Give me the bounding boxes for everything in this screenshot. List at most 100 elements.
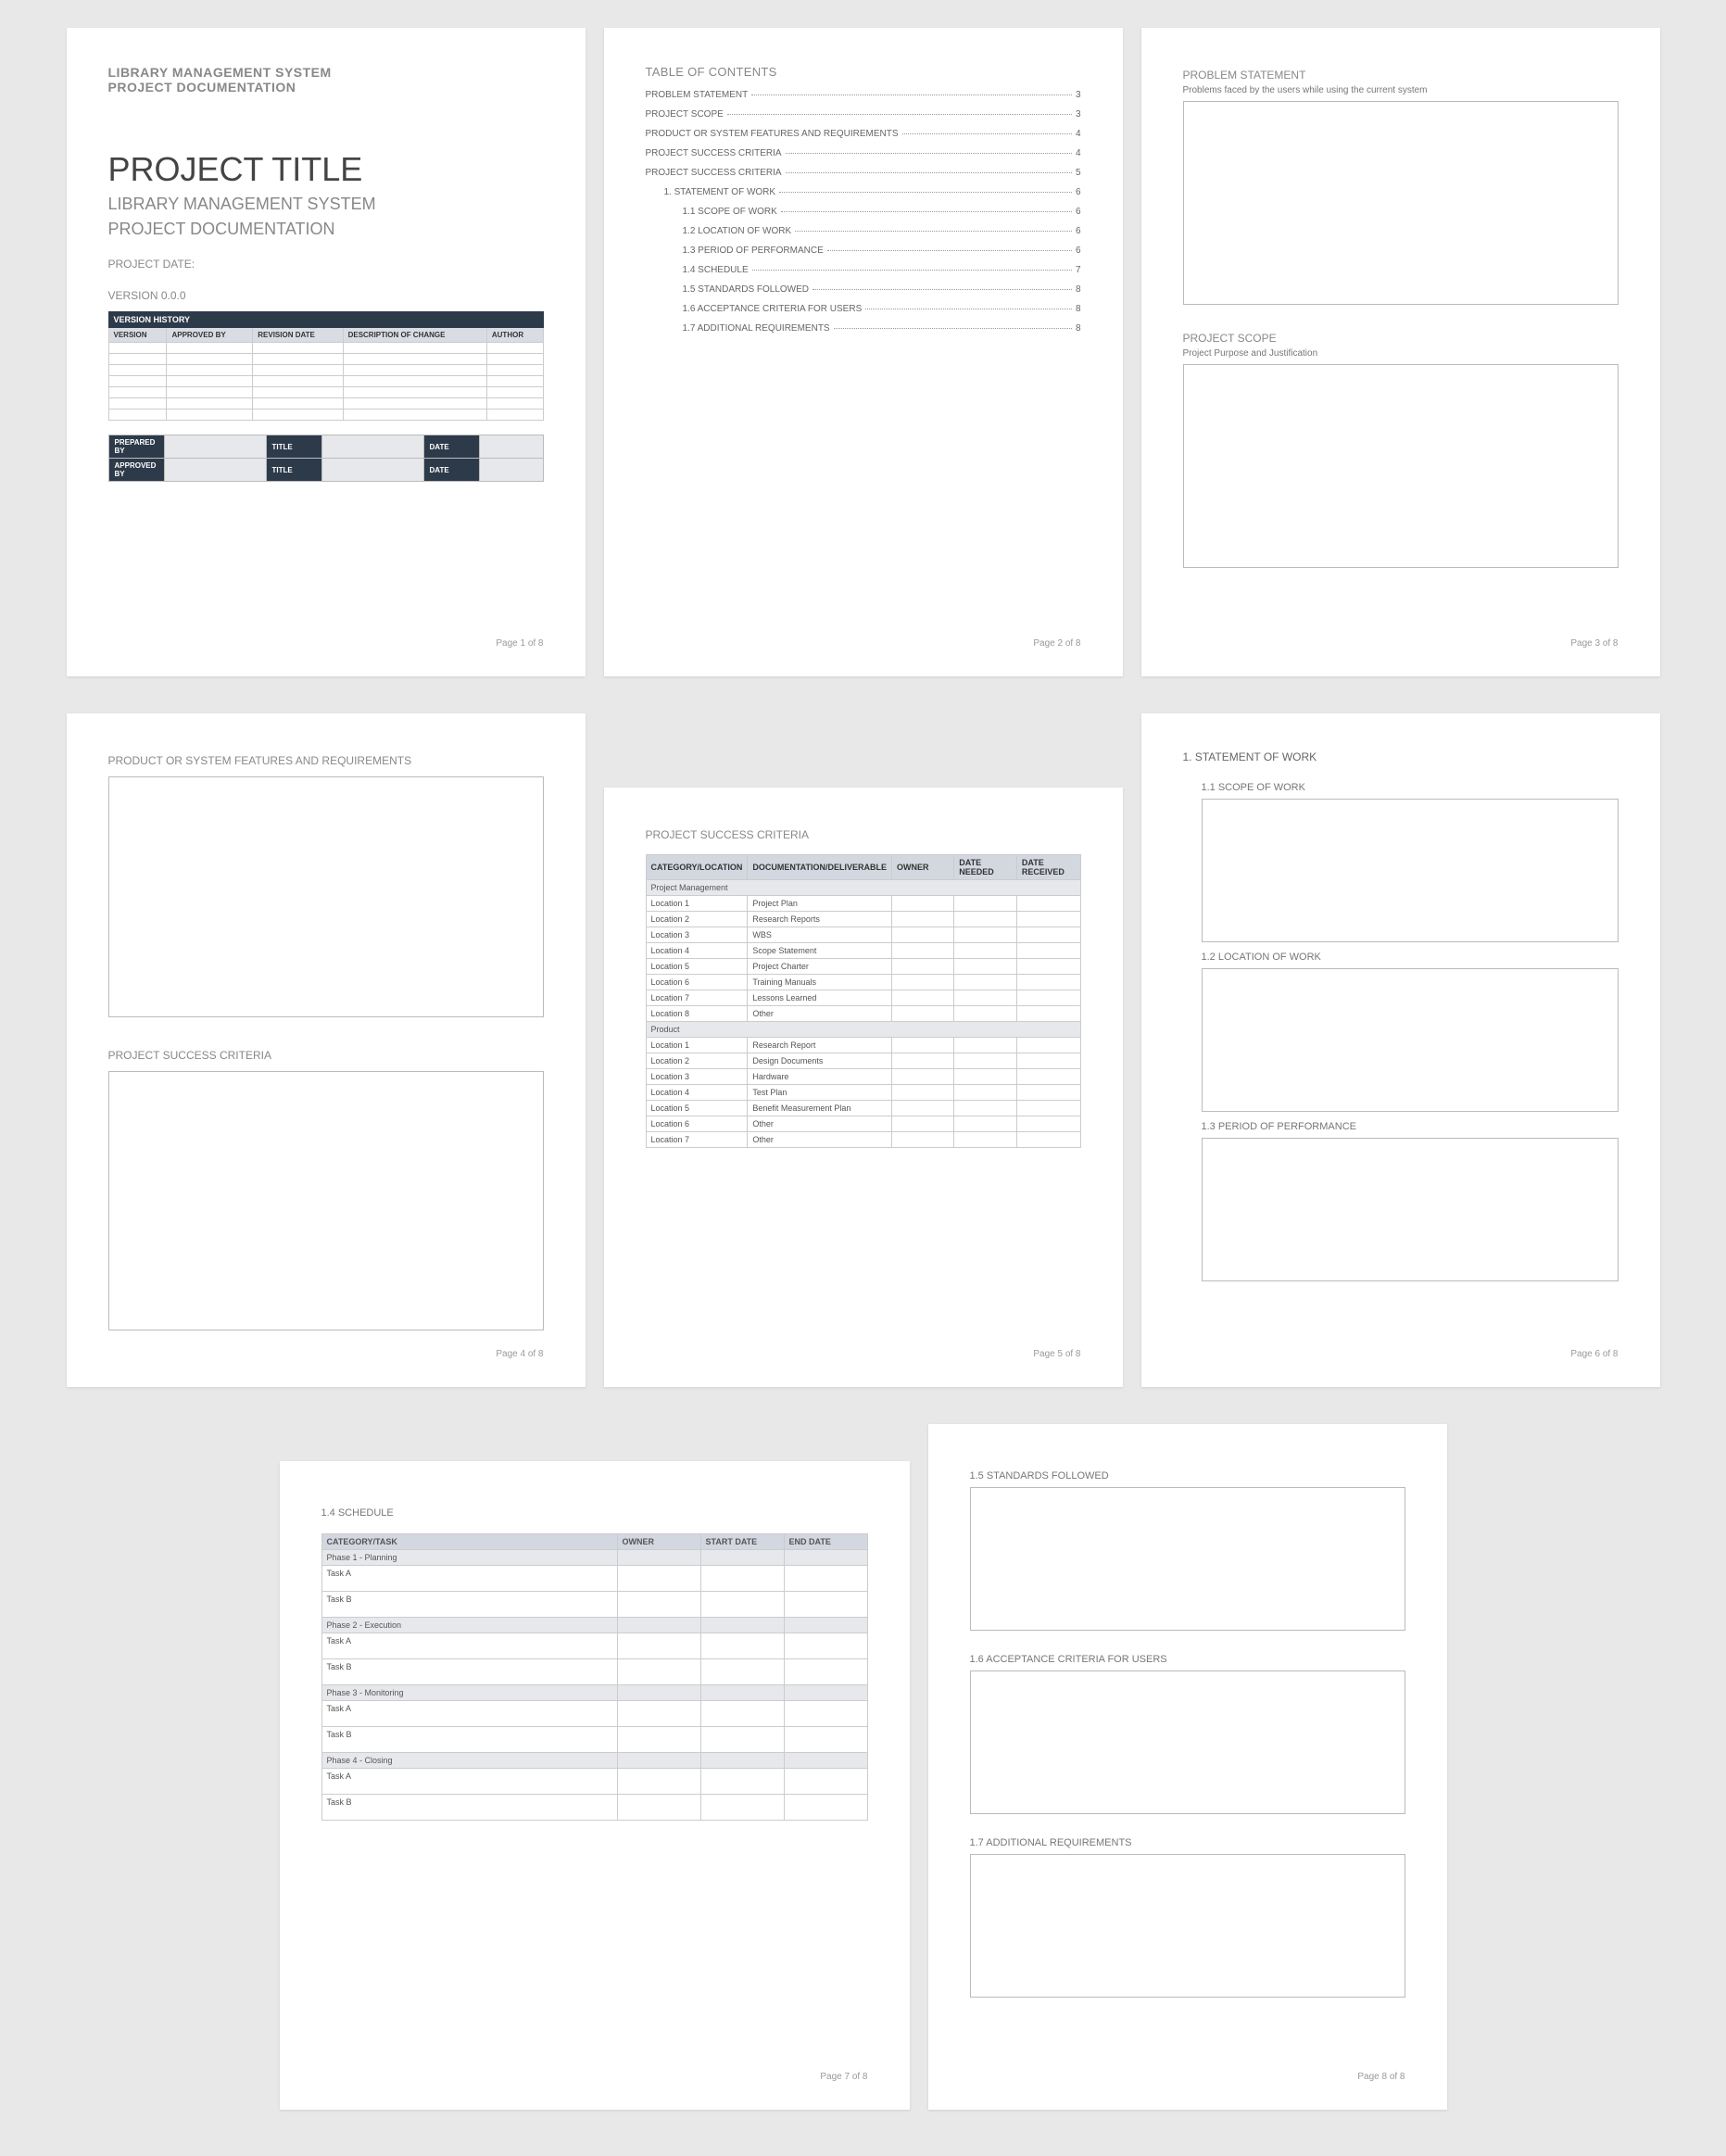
cell-empty	[892, 1006, 954, 1022]
title-value-1	[321, 435, 423, 459]
page-footer: Page 4 of 8	[108, 1330, 544, 1359]
cell-location: Location 1	[646, 896, 748, 912]
sow-location-heading: 1.2 LOCATION OF WORK	[1202, 952, 1619, 963]
cell-location: Location 2	[646, 1053, 748, 1069]
cell-deliverable: Hardware	[748, 1069, 892, 1085]
toc-item: PRODUCT OR SYSTEM FEATURES AND REQUIREME…	[646, 129, 1081, 139]
cell-empty	[617, 1769, 700, 1795]
cell-empty	[954, 1069, 1017, 1085]
toc-label: 1.2 LOCATION OF WORK	[683, 226, 792, 236]
cell-deliverable: Project Charter	[748, 959, 892, 975]
cell-empty	[892, 1116, 954, 1132]
version-history-title: VERSION HISTORY	[108, 312, 543, 328]
page-footer: Page 8 of 8	[970, 2053, 1405, 2082]
toc-item: PROBLEM STATEMENT3	[646, 90, 1081, 100]
task-row: Task A	[321, 1633, 867, 1659]
cell-empty	[892, 912, 954, 927]
toc-label: 1. STATEMENT OF WORK	[664, 187, 776, 197]
task-name: Task B	[321, 1727, 617, 1753]
additional-req-box	[970, 1854, 1405, 1998]
cell-location: Location 4	[646, 943, 748, 959]
page-8: 1.5 STANDARDS FOLLOWED 1.6 ACCEPTANCE CR…	[928, 1424, 1447, 2110]
page-3: PROBLEM STATEMENT Problems faced by the …	[1141, 28, 1660, 676]
doc-header-1: LIBRARY MANAGEMENT SYSTEM	[108, 65, 544, 80]
vh-col-revdate: REVISION DATE	[253, 328, 343, 343]
col-owner: OWNER	[617, 1534, 700, 1550]
cell-empty	[954, 1101, 1017, 1116]
version-history-table: VERSION HISTORY VERSION APPROVED BY REVI…	[108, 311, 544, 421]
toc-dots	[834, 328, 1072, 329]
table-row: Location 6Training Manuals	[646, 975, 1080, 990]
cell-location: Location 1	[646, 1038, 748, 1053]
cell-deliverable: Training Manuals	[748, 975, 892, 990]
cell-empty	[954, 1053, 1017, 1069]
cell-empty	[1016, 1132, 1080, 1148]
table-group-row: Product	[646, 1022, 1080, 1038]
toc-label: 1.6 ACCEPTANCE CRITERIA FOR USERS	[683, 304, 863, 314]
sow-period-box	[1202, 1138, 1619, 1281]
task-name: Task A	[321, 1769, 617, 1795]
toc-item: 1.3 PERIOD OF PERFORMANCE6	[646, 246, 1081, 256]
problem-statement-box	[1183, 101, 1619, 305]
table-row	[108, 398, 543, 410]
cell-empty	[892, 1101, 954, 1116]
schedule-heading: 1.4 SCHEDULE	[321, 1507, 868, 1519]
features-box	[108, 776, 544, 1017]
cell-location: Location 3	[646, 927, 748, 943]
phase-name: Phase 1 - Planning	[321, 1550, 617, 1566]
cell-location: Location 4	[646, 1085, 748, 1101]
cell-deliverable: Project Plan	[748, 896, 892, 912]
task-row: Task A	[321, 1566, 867, 1592]
cell-empty	[1016, 927, 1080, 943]
page-5: PROJECT SUCCESS CRITERIA CATEGORY/LOCATI…	[604, 788, 1123, 1387]
toc-item: 1.6 ACCEPTANCE CRITERIA FOR USERS 8	[646, 304, 1081, 314]
toc-item: 1.1 SCOPE OF WORK6	[646, 207, 1081, 217]
toc-page-number: 6	[1076, 226, 1081, 236]
toc-page-number: 8	[1076, 304, 1081, 314]
cell-empty	[617, 1753, 700, 1769]
table-row	[108, 376, 543, 387]
table-group-row: Project Management	[646, 880, 1080, 896]
table-row	[108, 354, 543, 365]
toc-list: PROBLEM STATEMENT3PROJECT SCOPE3PRODUCT …	[646, 90, 1081, 343]
cell-empty	[700, 1685, 784, 1701]
cell-empty	[617, 1592, 700, 1618]
cell-location: Location 7	[646, 990, 748, 1006]
phase-name: Phase 2 - Execution	[321, 1618, 617, 1633]
col-category: CATEGORY/LOCATION	[646, 855, 748, 880]
toc-item: 1.4 SCHEDULE7	[646, 265, 1081, 275]
signoff-table: PREPARED BY TITLE DATE APPROVED BY TITLE…	[108, 435, 544, 482]
cell-empty	[1016, 1101, 1080, 1116]
cell-empty	[784, 1633, 867, 1659]
cell-empty	[954, 943, 1017, 959]
toc-dots	[902, 133, 1072, 134]
cell-empty	[617, 1685, 700, 1701]
table-row: Location 3Hardware	[646, 1069, 1080, 1085]
page-footer: Page 5 of 8	[646, 1330, 1081, 1359]
task-name: Task A	[321, 1633, 617, 1659]
toc-label: 1.4 SCHEDULE	[683, 265, 749, 275]
cell-empty	[784, 1659, 867, 1685]
cell-empty	[700, 1659, 784, 1685]
col-end: END DATE	[784, 1534, 867, 1550]
table-row: Location 7Other	[646, 1132, 1080, 1148]
cell-empty	[892, 1132, 954, 1148]
toc-page-number: 6	[1076, 207, 1081, 217]
cell-empty	[784, 1795, 867, 1821]
problem-statement-heading: PROBLEM STATEMENT	[1183, 69, 1619, 82]
toc-dots	[727, 114, 1072, 115]
toc-dots	[786, 153, 1072, 154]
cell-deliverable: Benefit Measurement Plan	[748, 1101, 892, 1116]
page-6: 1. STATEMENT OF WORK 1.1 SCOPE OF WORK 1…	[1141, 713, 1660, 1387]
page-footer: Page 2 of 8	[646, 620, 1081, 649]
cell-location: Location 6	[646, 1116, 748, 1132]
toc-label: PROJECT SCOPE	[646, 109, 724, 120]
table-row: Location 4Scope Statement	[646, 943, 1080, 959]
task-row: Task A	[321, 1701, 867, 1727]
cell-empty	[1016, 1116, 1080, 1132]
cell-empty	[954, 990, 1017, 1006]
toc-page-number: 4	[1076, 148, 1081, 158]
cell-empty	[954, 975, 1017, 990]
features-heading: PRODUCT OR SYSTEM FEATURES AND REQUIREME…	[108, 754, 544, 767]
toc-item: PROJECT SUCCESS CRITERIA5	[646, 168, 1081, 178]
